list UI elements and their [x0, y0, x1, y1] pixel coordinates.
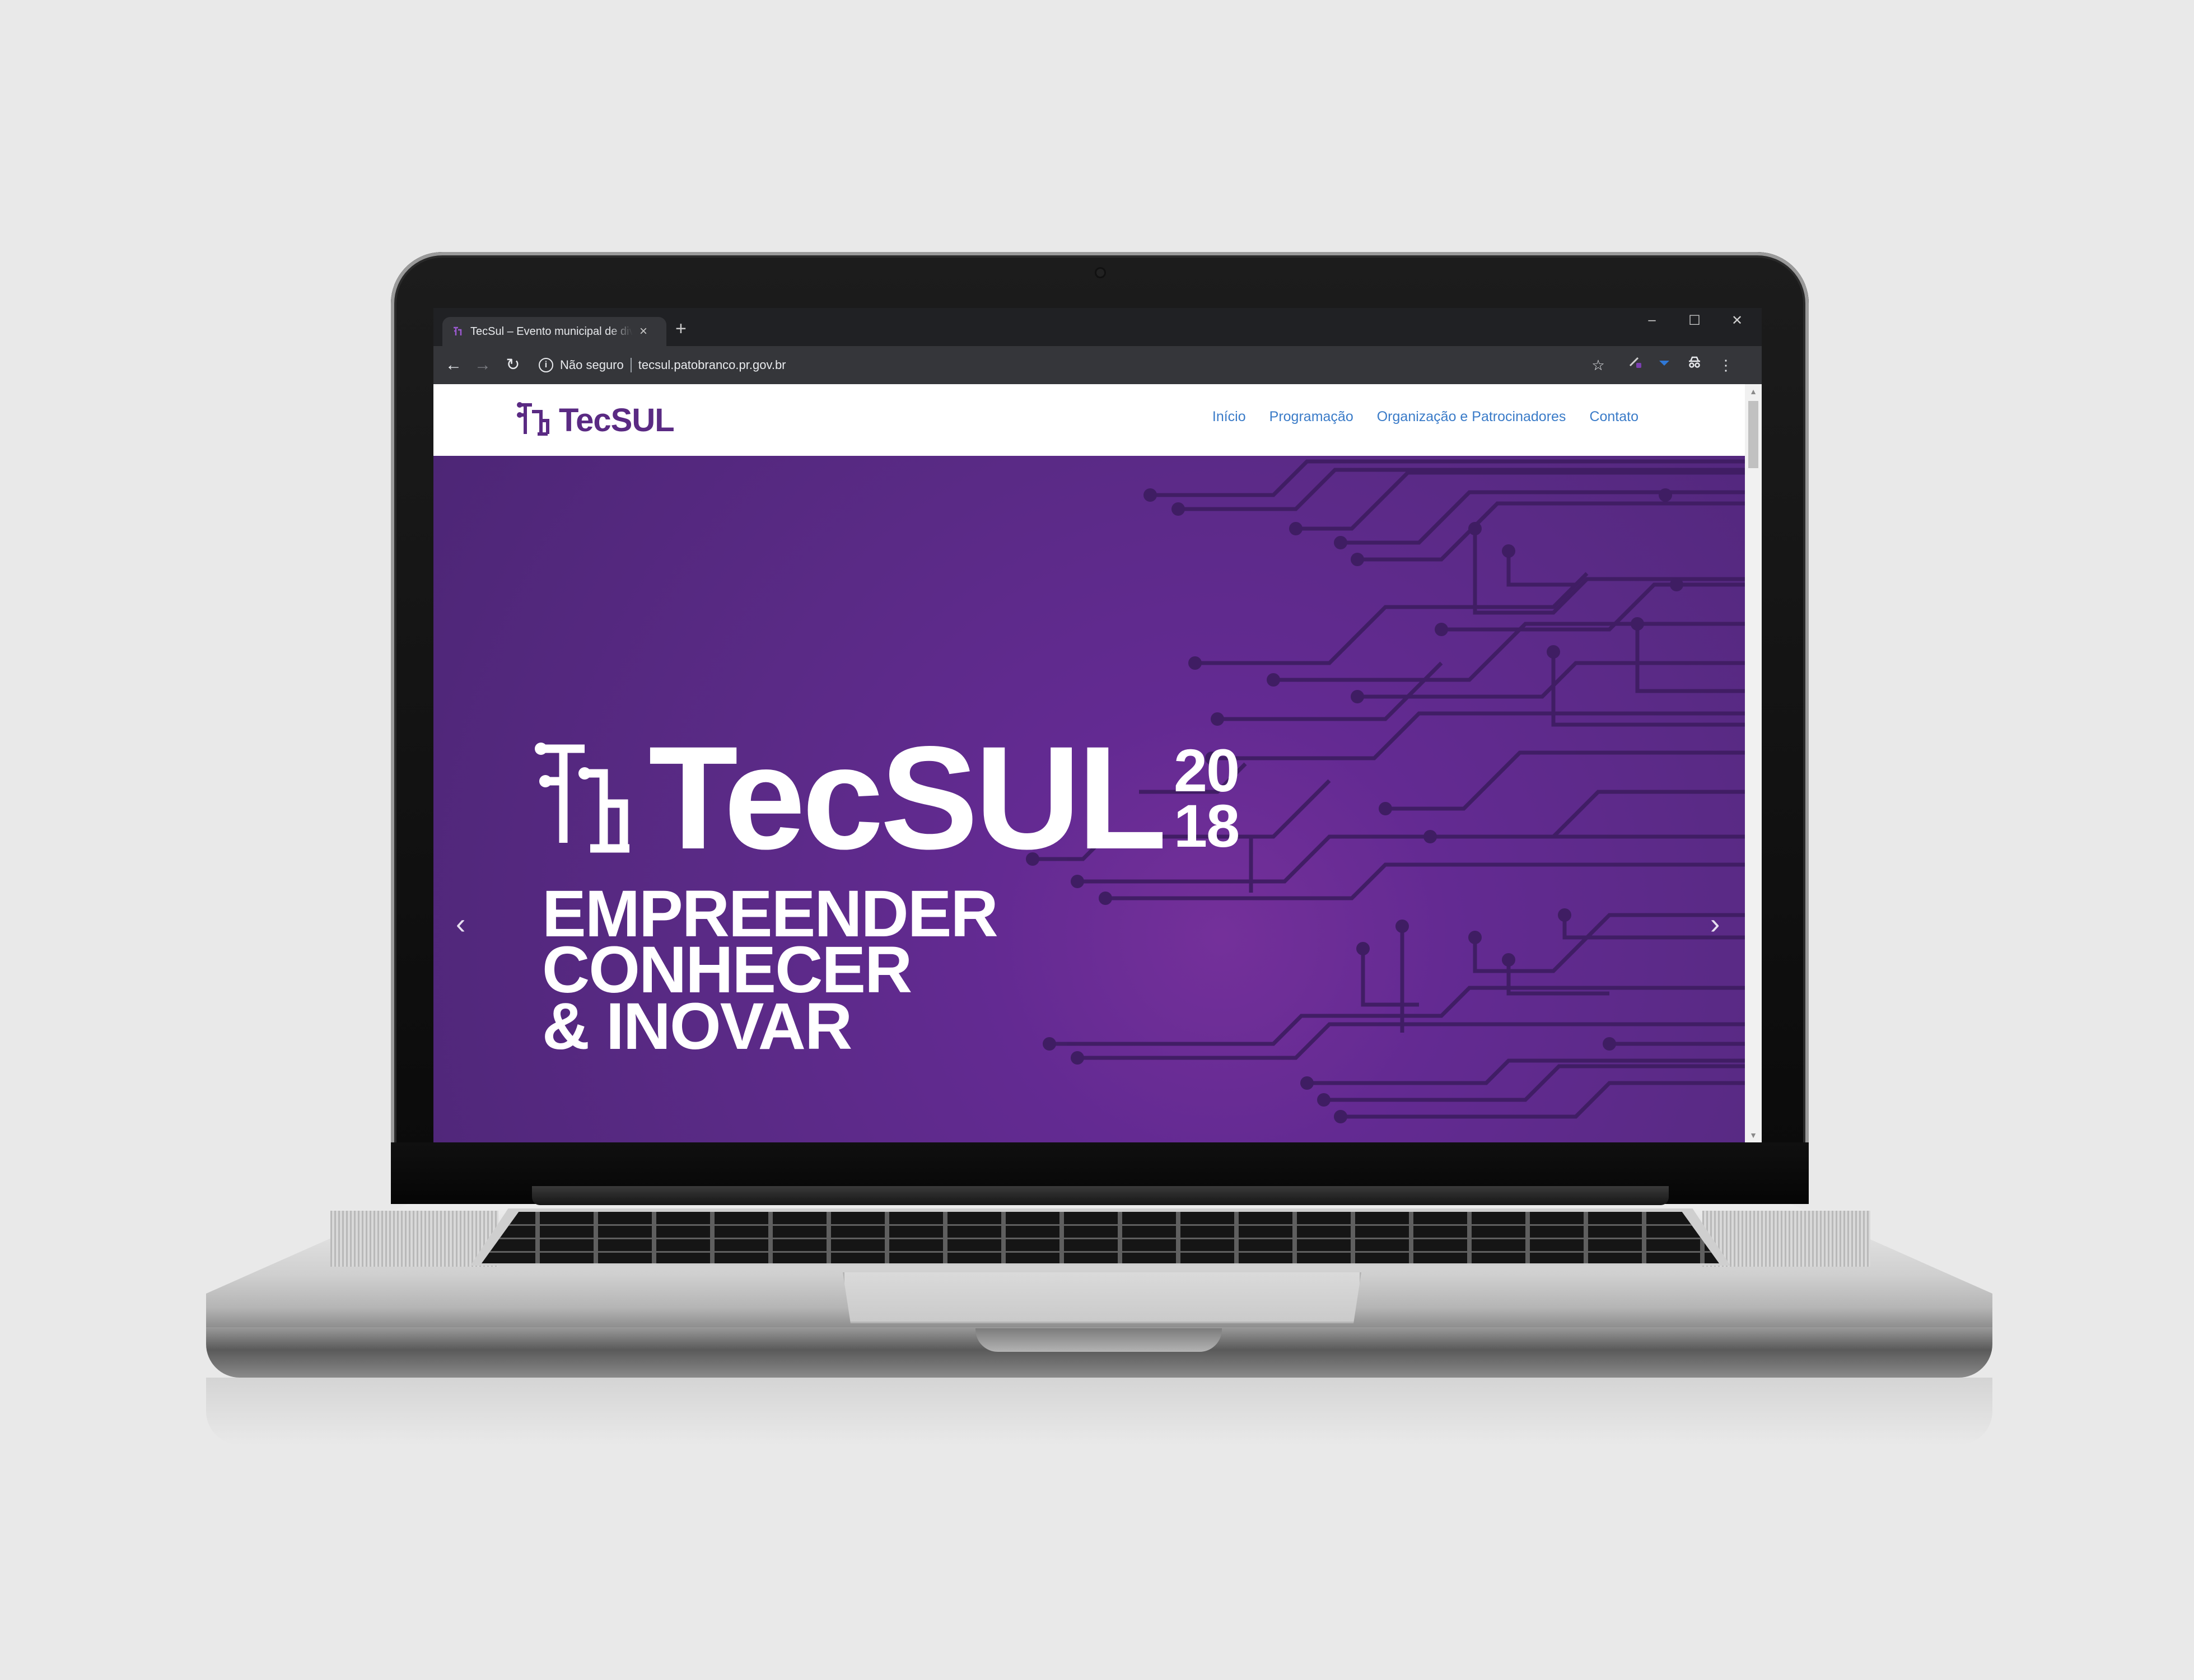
url-text[interactable]: tecsul.patobranco.pr.gov.br [638, 358, 786, 372]
camera [1096, 269, 1104, 277]
new-tab-button[interactable]: + [675, 319, 687, 338]
scroll-up-icon[interactable]: ▲ [1745, 384, 1762, 399]
speaker-grille-left [330, 1211, 498, 1267]
nav-link-inicio[interactable]: Início [1212, 409, 1246, 425]
keyboard [482, 1212, 1719, 1263]
star-icon[interactable]: ☆ [1586, 353, 1611, 377]
maximize-button[interactable]: ☐ [1678, 312, 1711, 329]
carousel-next-icon[interactable]: › [1710, 909, 1720, 939]
back-button[interactable]: ← [441, 353, 466, 377]
site-logo-text: TecSUL [559, 402, 675, 438]
minimize-button[interactable]: – [1635, 312, 1669, 328]
extension-icon[interactable] [1623, 353, 1647, 377]
hero-carousel[interactable]: TecSUL 20 18 EMPREENDER CONHECER & INOVA… [433, 456, 1745, 1142]
carousel-prev-icon[interactable]: ‹ [456, 909, 465, 939]
site-logo[interactable]: TecSUL [516, 400, 675, 440]
hero-brand-text: TecSUL [648, 716, 1167, 880]
browser-tab[interactable]: TecSul – Evento municipal de divulgação … [442, 317, 666, 346]
hero-tagline: EMPREENDER CONHECER & INOVAR [542, 881, 998, 1063]
incognito-icon[interactable] [1682, 353, 1707, 377]
tab-title: TecSul – Evento municipal de divulgação [470, 325, 633, 338]
info-icon[interactable]: i [539, 358, 553, 372]
address-bar[interactable]: i Não seguro tecsul.patobranco.pr.gov.br [539, 352, 1619, 379]
site-header: TecSUL Início Programação Organização e … [433, 384, 1745, 456]
scroll-down-icon[interactable]: ▼ [1745, 1128, 1762, 1142]
hero-logo: TecSUL 20 18 [534, 716, 1240, 880]
tab-close-icon[interactable]: × [639, 325, 647, 338]
security-label: Não seguro [560, 358, 624, 372]
lid-notch [975, 1328, 1222, 1352]
speaker-grille-right [1702, 1211, 1870, 1267]
forward-button[interactable]: → [470, 353, 495, 377]
nav-link-programacao[interactable]: Programação [1269, 409, 1353, 425]
trackpad [843, 1272, 1361, 1323]
nav-link-contato[interactable]: Contato [1589, 409, 1639, 425]
web-page: TecSUL Início Programação Organização e … [433, 384, 1745, 1142]
screen: TecSul – Evento municipal de divulgação … [433, 308, 1762, 1142]
address-separator [630, 358, 632, 372]
close-window-button[interactable]: ✕ [1720, 312, 1754, 329]
tecsul-logo-icon [517, 402, 549, 436]
extension-blue-icon[interactable] [1652, 353, 1677, 377]
tecsul-favicon-icon [454, 326, 462, 335]
page-scrollbar[interactable]: ▲ ▼ [1745, 384, 1762, 1142]
hero-year: 20 18 [1174, 736, 1240, 860]
hinge [532, 1186, 1669, 1205]
tecsul-hero-logo-icon [535, 743, 629, 853]
scroll-thumb[interactable] [1748, 401, 1758, 468]
reload-button[interactable]: ↻ [501, 353, 525, 377]
hero-year-bottom: 18 [1174, 792, 1240, 860]
menu-icon[interactable]: ⋮ [1714, 353, 1738, 377]
browser-toolbar: ← → ↻ i Não seguro tecsul.patobranco.pr.… [433, 346, 1762, 384]
hero-year-top: 20 [1174, 736, 1240, 804]
site-nav: Início Programação Organização e Patroci… [1212, 409, 1639, 425]
laptop-reflection [206, 1378, 1992, 1445]
tagline-line-3: & INOVAR [542, 989, 852, 1063]
nav-link-organizacao[interactable]: Organização e Patrocinadores [1377, 409, 1566, 425]
browser-chrome: TecSul – Evento municipal de divulgação … [433, 308, 1762, 384]
